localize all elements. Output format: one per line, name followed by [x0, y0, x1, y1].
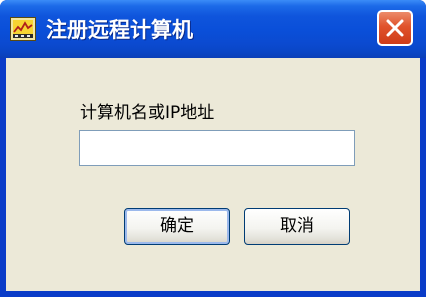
labview-app-icon — [10, 17, 36, 41]
ok-button[interactable]: 确定 — [124, 208, 230, 245]
close-button[interactable] — [377, 10, 413, 46]
dialog-body: 计算机名或IP地址 确定 取消 — [6, 58, 420, 291]
window-title: 注册远程计算机 — [46, 18, 193, 42]
close-x-icon — [386, 19, 404, 37]
window-bottom-border — [0, 291, 426, 297]
title-bar[interactable]: 注册远程计算机 — [0, 0, 426, 58]
dialog-window: 注册远程计算机 计算机名或IP地址 确定 取消 — [0, 0, 426, 297]
computer-name-input[interactable] — [79, 130, 355, 166]
computer-name-label: 计算机名或IP地址 — [80, 103, 215, 123]
cancel-button[interactable]: 取消 — [244, 208, 350, 245]
